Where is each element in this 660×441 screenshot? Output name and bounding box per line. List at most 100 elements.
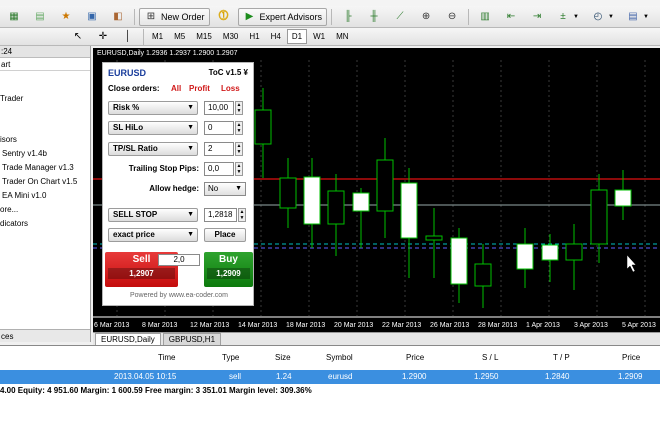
line-chart-button[interactable]: ⟋ <box>388 8 412 26</box>
col-time[interactable]: Time <box>158 353 175 362</box>
col-type[interactable]: Type <box>222 353 239 362</box>
order-price-spinner[interactable]: ▲ ▼ <box>238 208 246 222</box>
order-type-dropdown[interactable]: SELL STOP ▼ <box>108 208 198 222</box>
periods-button[interactable]: ◴ ▼ <box>586 8 619 26</box>
sl-dropdown[interactable]: SL HiLo ▼ <box>108 121 198 135</box>
close-all-link[interactable]: All <box>171 84 181 93</box>
tpsl-dropdown[interactable]: TP/SL Ratio ▼ <box>108 142 198 156</box>
cell-time: 2013.04.05 10:15 <box>114 372 177 381</box>
sell-price: 1,2907 <box>108 268 175 279</box>
templates-button[interactable]: ▤ ▼ <box>621 8 654 26</box>
col-price[interactable]: Price <box>406 353 424 362</box>
col-sl[interactable]: S / L <box>482 353 498 362</box>
col-current-price[interactable]: Price <box>622 353 640 362</box>
timeframe-mn[interactable]: MN <box>331 29 353 44</box>
data-window-button[interactable]: ▣ <box>80 8 104 26</box>
timeframe-toolbar: ↖ ✛ │ M1 M5 M15 M30 H1 H4 D1 W1 MN <box>0 28 660 46</box>
tab-gbpusd-h1[interactable]: GBPUSD,H1 <box>162 333 222 345</box>
crosshair-button[interactable]: ✛ <box>91 28 115 46</box>
nav-item-more[interactable]: ore... <box>0 205 18 214</box>
risk-dropdown[interactable]: Risk % ▼ <box>108 101 198 115</box>
chevron-down-icon: ▼ <box>187 145 194 152</box>
tab-eurusd-daily[interactable]: EURUSD,Daily <box>95 333 161 345</box>
profiles-icon: ▤ <box>35 10 45 22</box>
nav-item-advisors[interactable]: isors <box>0 135 17 144</box>
close-profit-link[interactable]: Profit <box>189 84 210 93</box>
place-button[interactable]: Place <box>204 228 246 242</box>
navigator-tab[interactable]: ces <box>0 329 90 342</box>
allow-hedge-select[interactable]: No ▼ <box>204 182 246 196</box>
allow-hedge-label: Allow hedge: <box>149 184 199 193</box>
sl-input[interactable]: 0 <box>204 121 234 135</box>
col-tp[interactable]: T / P <box>553 353 570 362</box>
chevron-down-icon: ▼ <box>608 13 614 20</box>
date-axis-label: 22 Mar 2013 <box>382 322 421 329</box>
profiles-button[interactable]: ▤ <box>28 8 52 26</box>
zoom-out-button[interactable]: ⊖ <box>440 8 464 26</box>
sl-spinner[interactable]: ▲ ▼ <box>235 121 243 135</box>
close-loss-link[interactable]: Loss <box>221 84 240 93</box>
chevron-down-icon: ▼ <box>187 124 194 131</box>
tpsl-input[interactable]: 2 <box>204 142 234 156</box>
col-symbol[interactable]: Symbol <box>326 353 353 362</box>
candle-body <box>516 243 534 270</box>
alert-button[interactable]: ⓵ <box>212 8 236 26</box>
chart-shift-button[interactable]: ⇤ <box>499 8 523 26</box>
order-price-input[interactable]: 1,2818 <box>204 208 237 222</box>
tpsl-spinner[interactable]: ▲ ▼ <box>235 142 243 156</box>
bar-chart-button[interactable]: ╟ <box>336 8 360 26</box>
risk-input[interactable]: 10,00 <box>204 101 234 115</box>
powered-by-text: Powered by www.ea-coder.com <box>129 292 229 299</box>
price-mode-label: exact price <box>113 230 155 239</box>
nav-item-sentry[interactable]: Sentry v1.4b <box>2 149 47 158</box>
navigator-button[interactable]: ◧ <box>106 8 130 26</box>
trailing-stop-spinner[interactable]: ▲ ▼ <box>235 162 243 176</box>
zoom-in-button[interactable]: ⊕ <box>414 8 438 26</box>
date-axis-label: 28 Mar 2013 <box>478 322 517 329</box>
new-order-label: New Order <box>161 11 205 22</box>
timeframe-h1[interactable]: H1 <box>244 29 264 44</box>
indicators-button[interactable]: ± ▼ <box>551 8 584 26</box>
trailing-stop-input[interactable]: 0,0 <box>204 162 234 176</box>
buy-button[interactable]: Buy 1,2909 <box>204 252 253 287</box>
timeframe-m1[interactable]: M1 <box>147 29 168 44</box>
candlestick-icon: ╫ <box>370 10 378 22</box>
nav-item-indicators[interactable]: dicators <box>0 219 28 228</box>
nav-item-trade-manager[interactable]: Trade Manager v1.3 <box>2 163 74 172</box>
cursor-button[interactable]: ↖ <box>66 28 90 46</box>
new-order-button[interactable]: ⊞ New Order <box>139 7 210 26</box>
price-mode-dropdown[interactable]: exact price ▼ <box>108 228 198 242</box>
tile-windows-button[interactable]: ▥ <box>473 8 497 26</box>
expert-advisors-button[interactable]: ▶ Expert Advisors <box>237 7 328 26</box>
timeframe-m30[interactable]: M30 <box>218 29 244 44</box>
nav-item-trader-on-chart[interactable]: Trader On Chart v1.5 <box>2 177 77 186</box>
new-chart-button[interactable]: ▦ <box>2 8 26 26</box>
timeframe-m5[interactable]: M5 <box>169 29 190 44</box>
vertical-line-button[interactable]: │ <box>116 28 140 46</box>
risk-spinner[interactable]: ▲ ▼ <box>235 101 243 115</box>
date-axis-label: 8 Mar 2013 <box>142 322 178 329</box>
timeframe-h4[interactable]: H4 <box>266 29 286 44</box>
market-watch-button[interactable]: ★ <box>54 8 78 26</box>
timeframe-d1[interactable]: D1 <box>286 29 308 44</box>
navigator-icon: ◧ <box>113 10 123 22</box>
data-window-icon: ▣ <box>87 10 97 22</box>
candlestick-button[interactable]: ╫ <box>362 8 386 26</box>
navigator-subheader: art <box>0 58 90 71</box>
table-row[interactable]: 2013.04.05 10:15 sell 1.24 eurusd 1.2900… <box>0 370 660 384</box>
cursor-icon: ↖ <box>73 30 83 42</box>
chart-title: EURUSD,Daily 1.2936 1.2937 1.2900 1.2907 <box>97 50 238 57</box>
clock-icon: ◴ <box>593 10 603 22</box>
autoscroll-button[interactable]: ⇥ <box>525 8 549 26</box>
chart-tab-bar: EURUSD,Daily GBPUSD,H1 <box>93 332 660 345</box>
candle-body <box>254 109 272 145</box>
nav-item-trader[interactable]: Trader <box>0 94 23 103</box>
timeframe-m15[interactable]: M15 <box>191 29 217 44</box>
cell-symbol: eurusd <box>328 372 353 381</box>
nav-item-ea-mini[interactable]: EA Mini v1.0 <box>2 191 46 200</box>
chevron-down-icon: ▼ <box>235 185 242 192</box>
col-size[interactable]: Size <box>275 353 291 362</box>
panel-version[interactable]: ToC v1.5 ¥ <box>209 68 248 77</box>
timeframe-w1[interactable]: W1 <box>308 29 330 44</box>
zoom-in-icon: ⊕ <box>421 10 431 22</box>
